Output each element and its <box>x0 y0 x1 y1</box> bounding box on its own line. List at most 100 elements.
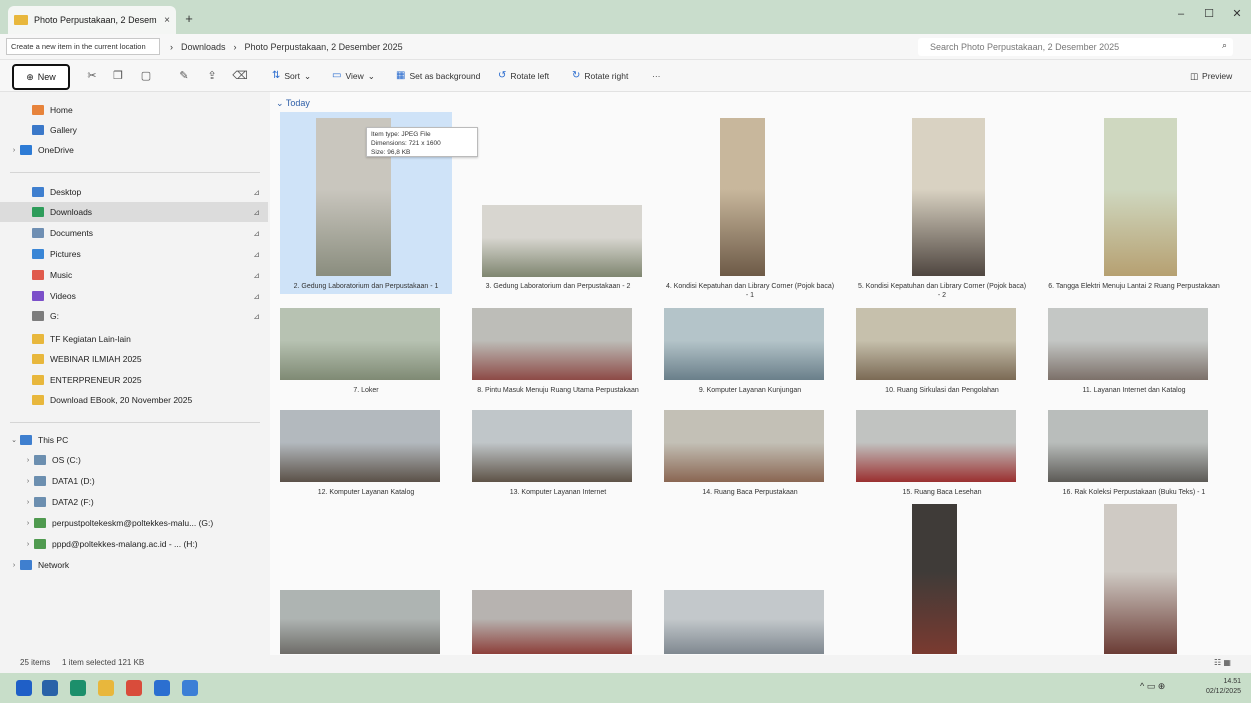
chevron-icon[interactable]: › <box>22 499 34 506</box>
clock[interactable]: 14.51 02/12/2025 <box>1206 677 1241 697</box>
sidebar-item[interactable]: WEBINAR ILMIAH 2025 <box>0 349 268 369</box>
chevron-icon[interactable]: › <box>22 478 34 485</box>
chevron-icon[interactable]: ⌄ <box>8 436 20 444</box>
file-thumbnail[interactable] <box>856 410 1016 482</box>
photos-icon[interactable] <box>42 680 58 696</box>
new-tab-button[interactable]: + <box>180 10 198 28</box>
close-button[interactable]: ✕ <box>1222 4 1251 24</box>
more-options-button[interactable]: ··· <box>652 69 661 83</box>
file-thumbnail[interactable] <box>664 308 824 380</box>
file-thumbnail[interactable] <box>856 308 1016 380</box>
set-background-button[interactable]: ▦ Set as background <box>396 69 480 83</box>
file-thumbnail[interactable] <box>1048 410 1208 482</box>
breadcrumb-downloads[interactable]: Downloads <box>181 38 226 56</box>
sidebar-item[interactable]: Videos ⊿ <box>0 286 268 306</box>
file-thumbnail[interactable] <box>1048 308 1208 380</box>
minimize-button[interactable]: – <box>1166 4 1196 24</box>
chevron-icon[interactable]: › <box>22 520 34 527</box>
maximize-button[interactable]: ☐ <box>1194 4 1224 24</box>
delete-icon[interactable]: ⌫ <box>232 69 248 83</box>
file-thumbnail[interactable] <box>472 308 632 380</box>
tab-photo-perpustakaan[interactable]: Photo Perpustakaan, 2 Desem × <box>8 6 176 34</box>
file-name[interactable]: 6. Tangga Elektri Menuju Lantai 2 Ruang … <box>1048 282 1220 291</box>
file-name[interactable]: 9. Komputer Layanan Kunjungan <box>664 386 836 395</box>
file-thumbnail[interactable] <box>664 410 824 482</box>
sidebar-item[interactable]: › DATA2 (F:) <box>0 492 268 512</box>
file-thumbnail[interactable] <box>482 205 642 277</box>
file-thumbnail[interactable] <box>720 118 765 276</box>
chevron-icon[interactable]: › <box>22 457 34 464</box>
file-thumbnail[interactable] <box>912 504 957 654</box>
file-thumbnail[interactable] <box>664 590 824 654</box>
edge-icon[interactable] <box>70 680 86 696</box>
sidebar-item[interactable]: › perpustpoltekeskm@poltekkes-malu... (G:… <box>0 513 268 533</box>
chevron-icon[interactable]: › <box>22 541 34 548</box>
search-icon[interactable]: ⌕ <box>1222 40 1227 51</box>
file-name[interactable]: 7. Loker <box>280 386 452 395</box>
view-button[interactable]: ▭ View ⌄ <box>332 69 375 83</box>
pin-icon: ⊿ <box>253 291 260 301</box>
sidebar-item[interactable]: › DATA1 (D:) <box>0 471 268 491</box>
sidebar-item[interactable]: Pictures ⊿ <box>0 244 268 264</box>
rotate-left-button[interactable]: ↺ Rotate left <box>498 69 549 83</box>
new-button[interactable]: ⊕ New <box>12 64 70 90</box>
sidebar-item[interactable]: Desktop ⊿ <box>0 182 268 202</box>
sidebar-item[interactable]: Downloads ⊿ <box>0 202 268 222</box>
share-icon[interactable]: ⇪ <box>204 69 220 83</box>
sidebar-item[interactable]: Music ⊿ <box>0 265 268 285</box>
tab-close-button[interactable]: × <box>164 15 170 26</box>
file-thumbnail[interactable] <box>280 590 440 654</box>
paste-icon[interactable]: ▢ <box>138 69 154 83</box>
start-icon[interactable] <box>16 680 32 696</box>
preview-button[interactable]: ◫ Preview <box>1190 69 1232 83</box>
sidebar-item[interactable]: › pppd@poltekkes-malang.ac.id - ... (H:) <box>0 534 268 554</box>
store-icon[interactable] <box>182 680 198 696</box>
sidebar-item[interactable]: › OneDrive <box>0 140 268 160</box>
tray-icons[interactable]: ^ ▭ ⊕ <box>1140 681 1165 692</box>
file-thumbnail[interactable] <box>912 118 985 276</box>
sidebar-item[interactable]: Download EBook, 20 November 2025 <box>0 390 268 410</box>
file-name[interactable]: 11. Layanan Internet dan Katalog <box>1048 386 1220 395</box>
view-toggle-icons[interactable]: ☷ ▦ <box>1214 655 1231 671</box>
sidebar-item[interactable]: ENTERPRENEUR 2025 <box>0 370 268 390</box>
sidebar-item[interactable]: Documents ⊿ <box>0 223 268 243</box>
file-name[interactable]: 4. Kondisi Kepatuhan dan Library Corner … <box>664 282 836 300</box>
sidebar-item[interactable]: ⌄ This PC <box>0 430 268 450</box>
chrome-icon[interactable] <box>126 680 142 696</box>
file-thumbnail[interactable] <box>1104 504 1177 654</box>
rotate-right-button[interactable]: ↻ Rotate right <box>572 69 628 83</box>
sidebar-item[interactable]: G: ⊿ <box>0 306 268 326</box>
file-name[interactable]: 13. Komputer Layanan Internet <box>472 488 644 497</box>
file-name[interactable]: 12. Komputer Layanan Katalog <box>280 488 452 497</box>
cut-icon[interactable]: ✂ <box>84 69 100 83</box>
file-thumbnail[interactable] <box>472 590 632 654</box>
group-header-today[interactable]: ⌄ Today <box>276 98 310 109</box>
file-name[interactable]: 14. Ruang Baca Perpustakaan <box>664 488 836 497</box>
file-name[interactable]: 3. Gedung Laboratorium dan Perpustakaan … <box>472 282 644 291</box>
sidebar-item[interactable]: Home <box>0 100 268 120</box>
file-name[interactable]: 15. Ruang Baca Lesehan <box>856 488 1028 497</box>
file-thumbnail[interactable] <box>280 410 440 482</box>
chevron-icon[interactable]: › <box>8 562 20 569</box>
file-thumbnail[interactable] <box>280 308 440 380</box>
sidebar-item[interactable]: › Network <box>0 555 268 575</box>
breadcrumb-current-folder[interactable]: Photo Perpustakaan, 2 Desember 2025 <box>245 38 403 56</box>
file-name[interactable]: 8. Pintu Masuk Menuju Ruang Utama Perpus… <box>472 386 644 395</box>
copy-icon[interactable]: ❐ <box>110 69 126 83</box>
sidebar-item[interactable]: Gallery <box>0 120 268 140</box>
explorer-icon[interactable] <box>98 680 114 696</box>
sidebar-item[interactable]: › OS (C:) <box>0 450 268 470</box>
sidebar-item[interactable]: TF Kegiatan Lain-lain <box>0 329 268 349</box>
file-name[interactable]: 10. Ruang Sirkulasi dan Pengolahan <box>856 386 1028 395</box>
file-name[interactable]: 5. Kondisi Kepatuhan dan Library Corner … <box>856 282 1028 300</box>
file-name[interactable]: 2. Gedung Laboratorium dan Perpustakaan … <box>280 282 452 291</box>
title-bar: Photo Perpustakaan, 2 Desem × + – ☐ ✕ <box>0 0 1251 34</box>
rename-icon[interactable]: ✎ <box>176 69 192 83</box>
file-thumbnail[interactable] <box>472 410 632 482</box>
file-thumbnail[interactable] <box>1104 118 1177 276</box>
file-name[interactable]: 16. Rak Koleksi Perpustakaan (Buku Teks)… <box>1048 488 1220 497</box>
chevron-icon[interactable]: › <box>8 147 20 154</box>
sort-button[interactable]: ⇅ Sort ⌄ <box>272 69 311 83</box>
search-input[interactable]: Search Photo Perpustakaan, 2 Desember 20… <box>918 38 1233 56</box>
word-icon[interactable] <box>154 680 170 696</box>
